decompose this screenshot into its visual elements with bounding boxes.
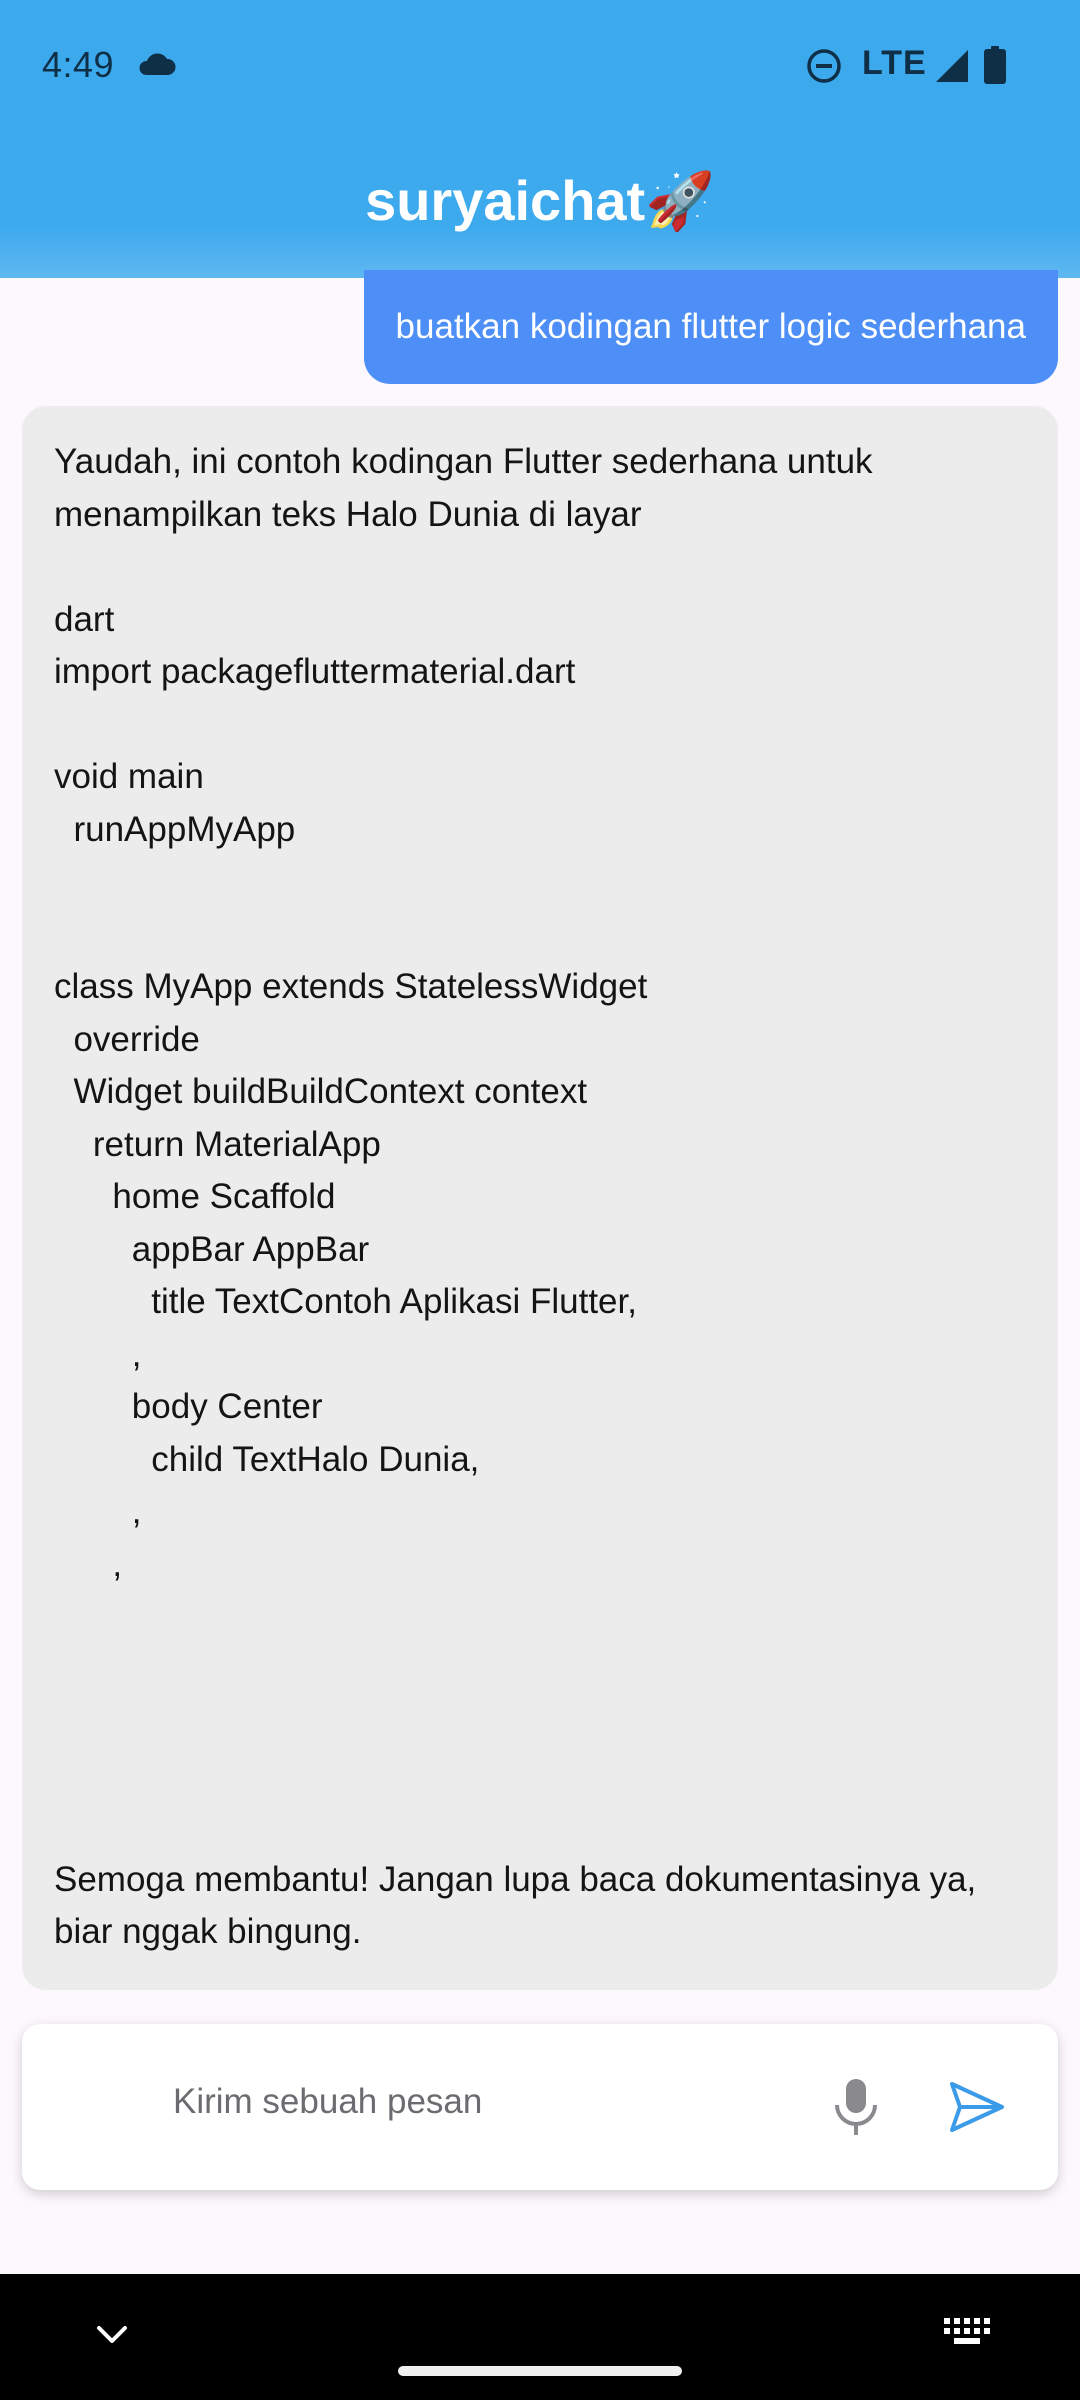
- battery-icon: [984, 46, 1006, 84]
- cloud-icon: [139, 53, 176, 75]
- keyboard-icon[interactable]: [944, 2318, 990, 2346]
- app-title: suryaichat🚀: [365, 169, 715, 232]
- mic-icon[interactable]: [828, 2077, 884, 2137]
- user-message-bubble: buatkan kodingan flutter logic sederhana: [363, 270, 1058, 384]
- system-navigation-bar: [0, 2274, 1080, 2400]
- signal-icon: [936, 50, 968, 82]
- status-bar: 4:49 LTE: [0, 0, 1080, 132]
- message-composer: Kirim sebuah pesan: [22, 2024, 1058, 2190]
- app-header: 4:49 LTE suryaichat🚀: [0, 0, 1080, 278]
- send-icon[interactable]: [948, 2078, 1006, 2136]
- assistant-message-bubble: Yaudah, ini contoh kodingan Flutter sede…: [22, 406, 1058, 1990]
- home-handle[interactable]: [398, 2366, 682, 2376]
- network-type: LTE: [862, 44, 927, 82]
- chevron-down-icon[interactable]: [94, 2320, 130, 2350]
- message-input[interactable]: Kirim sebuah pesan: [173, 2082, 482, 2122]
- do-not-disturb-icon: [807, 49, 841, 83]
- status-time: 4:49: [42, 44, 115, 85]
